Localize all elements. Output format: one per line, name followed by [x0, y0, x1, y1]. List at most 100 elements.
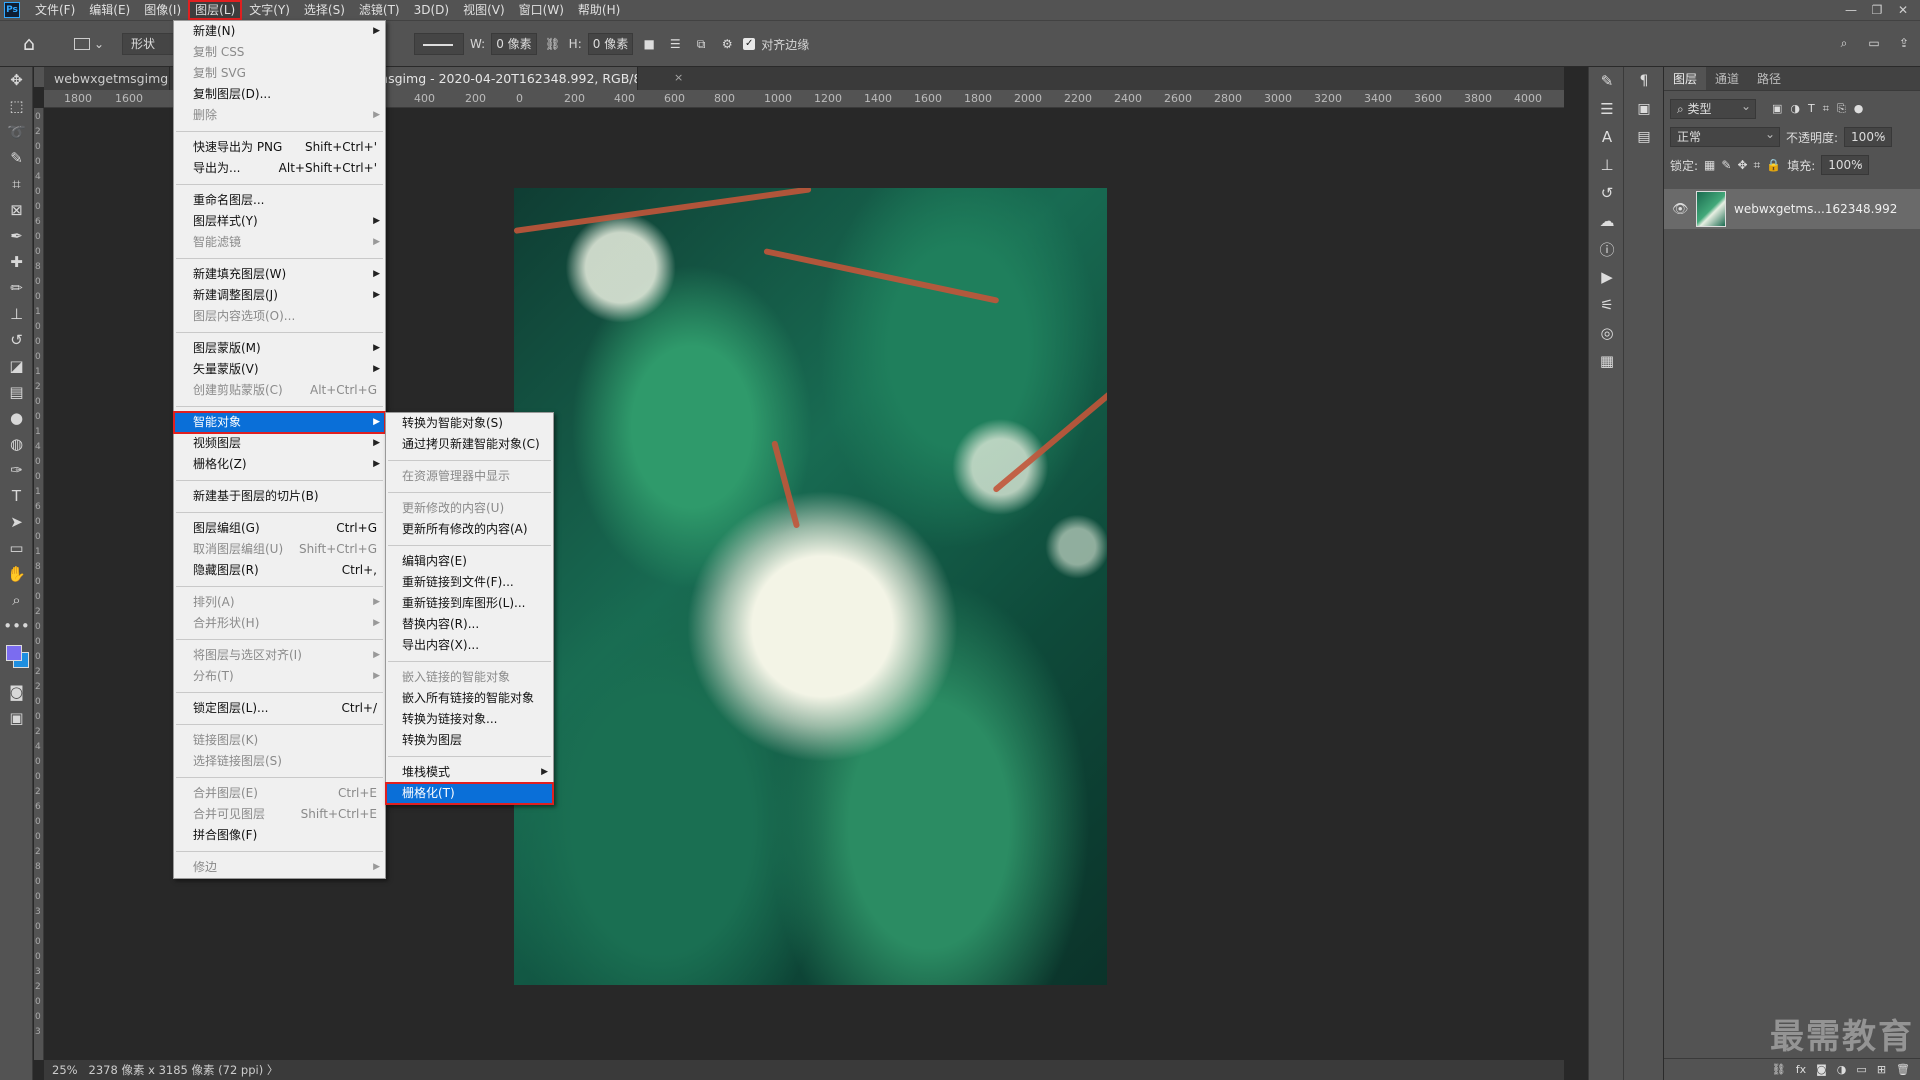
lock-position-icon[interactable]: ✥	[1737, 158, 1747, 172]
menu-item[interactable]: 新建填充图层(W) ▶	[174, 264, 385, 285]
quick-mask-icon[interactable]: ◙	[0, 679, 33, 705]
menu-item[interactable]: 图层蒙版(M) ▶	[174, 338, 385, 359]
tool-preset-picker[interactable]: ⌄	[74, 34, 110, 54]
more-tools-icon[interactable]: •••	[0, 613, 33, 639]
info-icon[interactable]: ⓘ	[1589, 235, 1625, 263]
menu-item[interactable]: 编辑内容(E)	[386, 551, 553, 572]
lock-transparent-icon[interactable]: ▦	[1704, 158, 1715, 172]
menu-image[interactable]: 图像(I)	[137, 0, 188, 20]
restore-button[interactable]: ❐	[1864, 0, 1890, 20]
move-tool-icon[interactable]: ✥	[0, 67, 33, 93]
layer-item[interactable]: 👁 webwxgetms...162348.992	[1664, 189, 1920, 229]
table-icon[interactable]: ▦	[1589, 347, 1625, 375]
actions-play-icon[interactable]: ▶	[1589, 263, 1625, 291]
crop-tool-icon[interactable]: ⌗	[0, 171, 33, 197]
menu-type[interactable]: 文字(Y)	[242, 0, 297, 20]
menu-file[interactable]: 文件(F)	[28, 0, 82, 20]
menu-window[interactable]: 窗口(W)	[512, 0, 571, 20]
paragraph-icon[interactable]: ¶	[1624, 67, 1664, 95]
lasso-tool-icon[interactable]: ➰	[0, 119, 33, 145]
menu-view[interactable]: 视图(V)	[456, 0, 512, 20]
smart-object-filter-icon[interactable]: ⎘	[1837, 102, 1846, 116]
close-tab-icon[interactable]: ×	[674, 71, 683, 84]
menu-item[interactable]: 导出为... Alt+Shift+Ctrl+'	[174, 158, 385, 179]
brush-settings-icon[interactable]: ✎	[1589, 67, 1625, 95]
filter-toggle-icon[interactable]: ●	[1854, 102, 1864, 116]
new-layer-icon[interactable]: ⊞	[1877, 1063, 1886, 1076]
zoom-tool-icon[interactable]: ⌕	[0, 587, 33, 613]
history-brush-tool-icon[interactable]: ↺	[0, 327, 33, 353]
blend-mode-dropdown[interactable]: 正常	[1670, 125, 1780, 147]
menu-edit[interactable]: 编辑(E)	[82, 0, 137, 20]
share-icon[interactable]: ⇪	[1894, 33, 1914, 53]
menu-item[interactable]: 堆栈模式 ▶	[386, 762, 553, 783]
menu-item[interactable]: 重新链接到库图形(L)...	[386, 593, 553, 614]
gradient-tool-icon[interactable]: ▤	[0, 379, 33, 405]
menu-item[interactable]: 复制图层(D)...	[174, 84, 385, 105]
link-layers-icon[interactable]: ⛓	[1772, 1063, 1786, 1076]
path-arrangement-icon[interactable]: ⧉	[691, 34, 711, 54]
menu-item[interactable]: 图层编组(G) Ctrl+G	[174, 518, 385, 539]
lock-pixels-icon[interactable]: ✎	[1721, 158, 1731, 172]
menu-filter[interactable]: 滤镜(T)	[352, 0, 407, 20]
libraries-icon[interactable]: ☁	[1589, 207, 1625, 235]
character-icon[interactable]: A	[1589, 123, 1625, 151]
menu-item[interactable]: 栅格化(T)	[385, 782, 554, 805]
blur-tool-icon[interactable]: ●	[0, 405, 33, 431]
path-alignment-icon[interactable]: ☰	[665, 34, 685, 54]
menu-item[interactable]: 转换为智能对象(S)	[386, 413, 553, 434]
tab-channels[interactable]: 通道	[1706, 67, 1748, 90]
menu-item[interactable]: 拼合图像(F)	[174, 825, 385, 846]
menu-layer[interactable]: 图层(L)	[188, 0, 243, 20]
add-mask-icon[interactable]: ◙	[1816, 1063, 1827, 1076]
shape-filter-icon[interactable]: ⌗	[1823, 102, 1829, 116]
status-menu-arrow-icon[interactable]: 〉	[267, 1063, 279, 1077]
pen-tool-icon[interactable]: ✑	[0, 457, 33, 483]
pixel-filter-icon[interactable]: ▣	[1772, 102, 1782, 116]
menu-item[interactable]: 通过拷贝新建智能对象(C)	[386, 434, 553, 455]
lock-all-icon[interactable]: 🔒	[1766, 158, 1781, 172]
menu-item[interactable]: 嵌入所有链接的智能对象	[386, 688, 553, 709]
color-swatches[interactable]	[0, 639, 33, 679]
menu-item[interactable]: 新建基于图层的切片(B)	[174, 486, 385, 507]
layer-comps-icon[interactable]: ▣	[1624, 95, 1664, 123]
menu-item[interactable]: 转换为图层	[386, 730, 553, 751]
new-group-icon[interactable]: ▭	[1856, 1063, 1866, 1076]
menu-item[interactable]: 快速导出为 PNG Shift+Ctrl+'	[174, 137, 385, 158]
workspace-icon[interactable]: ▭	[1864, 33, 1884, 53]
search-icon[interactable]: ⌕	[1834, 33, 1854, 53]
opacity-field[interactable]: 100%	[1844, 125, 1893, 147]
tab-layers[interactable]: 图层	[1664, 67, 1707, 90]
quick-select-tool-icon[interactable]: ✎	[0, 145, 33, 171]
menu-select[interactable]: 选择(S)	[297, 0, 352, 20]
width-field[interactable]: 0 像素	[491, 33, 537, 55]
3d-icon[interactable]: ◎	[1589, 319, 1625, 347]
adjustments-icon[interactable]: ☰	[1589, 95, 1625, 123]
path-operations-icon[interactable]: ■	[639, 34, 659, 54]
close-button[interactable]: ✕	[1890, 0, 1916, 20]
menu-item[interactable]: 导出内容(X)...	[386, 635, 553, 656]
menu-item[interactable]: 锁定图层(L)... Ctrl+/	[174, 698, 385, 719]
menu-item[interactable]: 智能对象 ▶	[173, 411, 386, 434]
home-icon[interactable]: ⌂	[16, 31, 42, 57]
height-field[interactable]: 0 像素	[587, 33, 634, 55]
align-edges-checkbox[interactable]: ✓	[743, 38, 756, 50]
eye-icon[interactable]: 👁	[1672, 202, 1689, 217]
trash-icon[interactable]: 🗑	[1896, 1063, 1910, 1076]
history-icon[interactable]: ↺	[1589, 179, 1625, 207]
adjustment-filter-icon[interactable]: ◑	[1790, 102, 1800, 116]
menu-item[interactable]: 图层样式(Y) ▶	[174, 211, 385, 232]
menu-item[interactable]: 重新链接到文件(F)...	[386, 572, 553, 593]
menu-item[interactable]: 更新所有修改的内容(A)	[386, 519, 553, 540]
menu-help[interactable]: 帮助(H)	[571, 0, 627, 20]
clone-stamp-tool-icon[interactable]: ⊥	[0, 301, 33, 327]
healing-brush-tool-icon[interactable]: ✚	[0, 249, 33, 275]
properties-icon[interactable]: ⚟	[1589, 291, 1625, 319]
menu-item[interactable]: 栅格化(Z) ▶	[174, 454, 385, 475]
foreground-color-swatch[interactable]	[6, 645, 22, 661]
dodge-tool-icon[interactable]: ◍	[0, 431, 33, 457]
gear-icon[interactable]: ⚙	[717, 34, 737, 54]
menu-item[interactable]: 重命名图层...	[174, 190, 385, 211]
rectangle-tool-icon[interactable]: ▭	[0, 535, 33, 561]
tab-paths[interactable]: 路径	[1748, 67, 1790, 90]
